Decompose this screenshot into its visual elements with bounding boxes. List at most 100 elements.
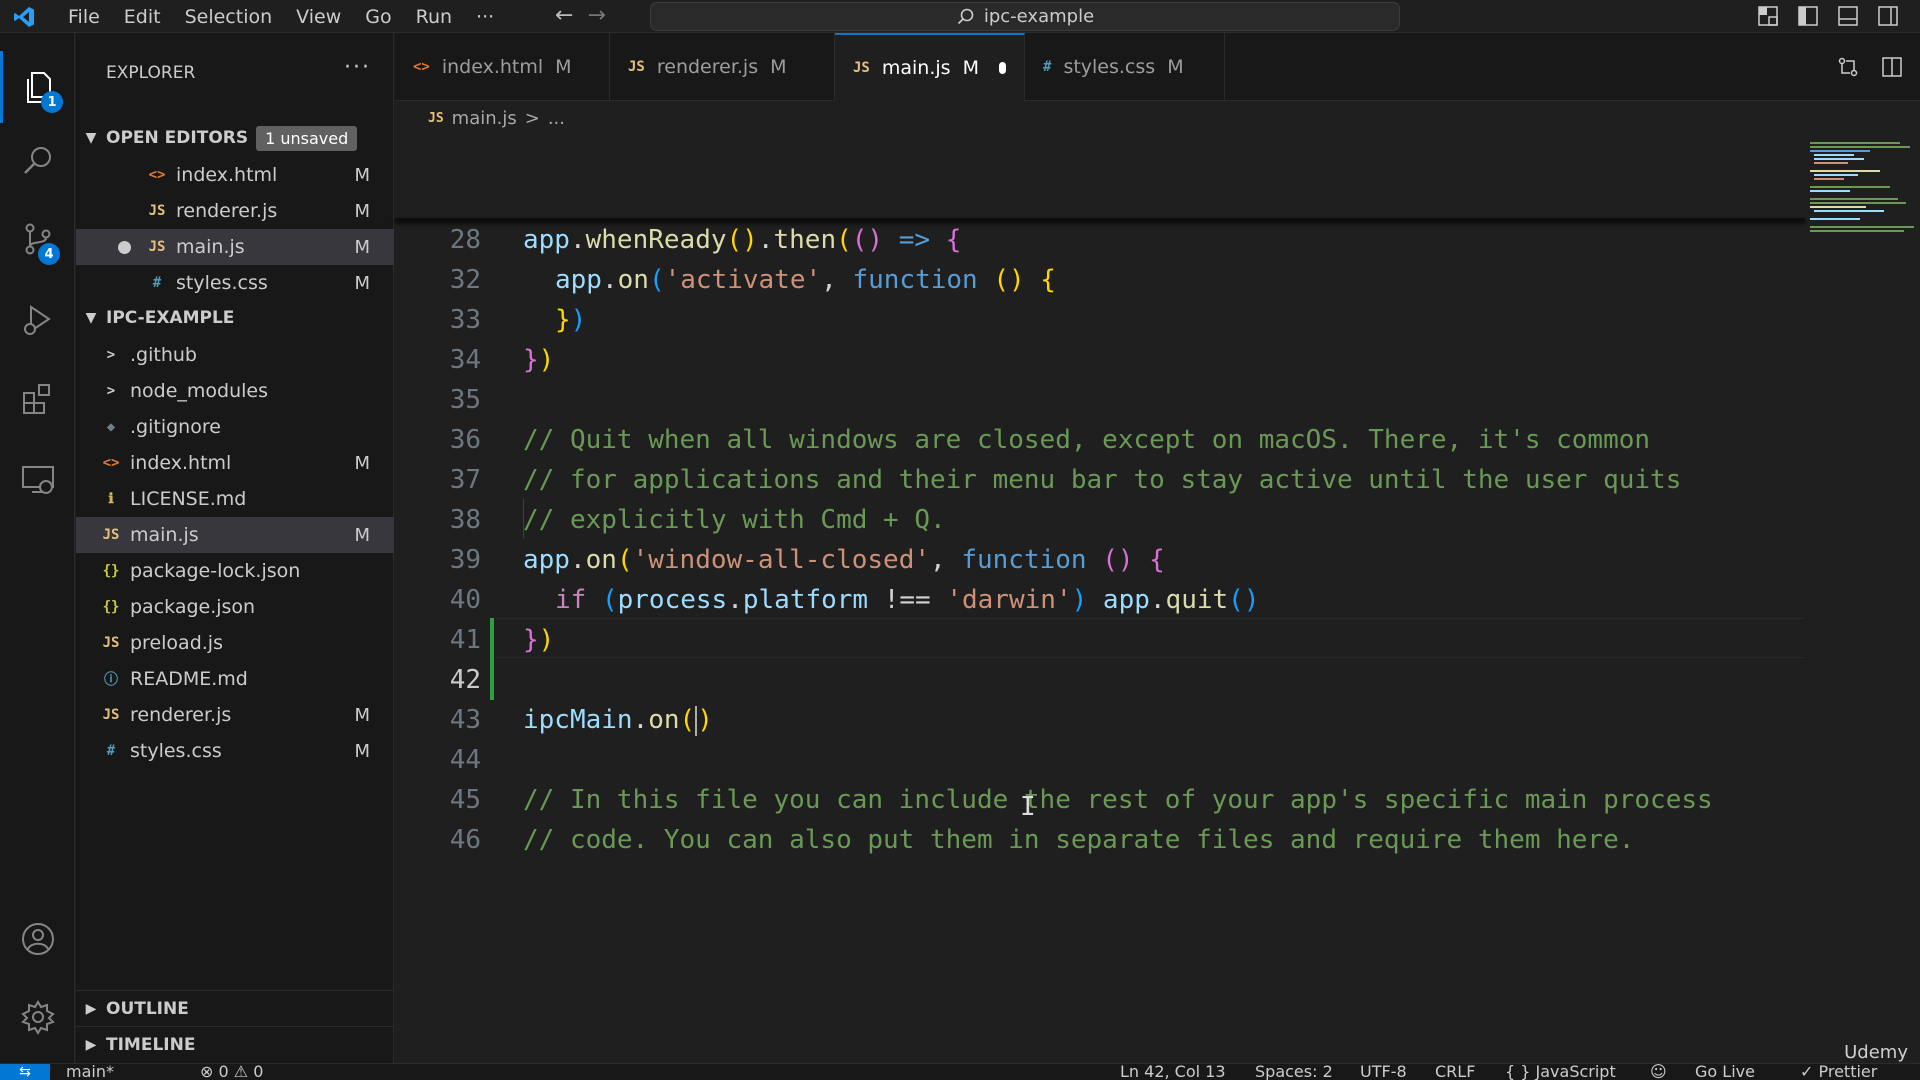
minimap[interactable] [1808, 140, 1920, 290]
menu-view[interactable]: View [284, 0, 353, 33]
open-editor-item[interactable]: JS renderer.js M [76, 193, 394, 229]
gear-icon [20, 1000, 55, 1035]
i-beam-cursor-icon: I [1020, 792, 1036, 822]
open-editors-header[interactable]: ▼ OPEN EDITORS 1 unsaved [76, 121, 394, 155]
modified-mark: M [354, 740, 370, 762]
code-line: 45 // code. You can also put them in sep… [395, 740, 1805, 855]
explorer-badge: 1 [41, 91, 63, 113]
encoding-status[interactable]: UTF-8 [1360, 1062, 1407, 1080]
indentation-status[interactable]: Spaces: 2 [1255, 1062, 1333, 1080]
tree-file-readme[interactable]: ⓘ README.md [76, 661, 394, 697]
explorer-activity[interactable]: 1 [0, 51, 75, 123]
customize-layout-icon[interactable] [1756, 4, 1780, 28]
tab-main-js[interactable]: JS main.js M [835, 33, 1025, 101]
sidebar-more-icon[interactable]: ··· [344, 55, 371, 80]
back-arrow-icon[interactable]: ← [555, 3, 573, 28]
tab-index-html[interactable]: <> index.html M [395, 33, 610, 101]
tab-renderer-js[interactable]: JS renderer.js M [610, 33, 835, 101]
tree-file-index-html[interactable]: <> index.html M [76, 445, 394, 481]
tree-file-main-js[interactable]: JS main.js M [76, 517, 394, 553]
cursor-position-status[interactable]: Ln 42, Col 13 [1120, 1062, 1226, 1080]
prettier-status[interactable]: ✓ Prettier [1800, 1062, 1877, 1080]
license-file-icon: ℹ [108, 491, 114, 507]
branch-status[interactable]: main* [66, 1062, 114, 1080]
extensions-activity[interactable] [0, 363, 75, 435]
search-activity[interactable] [0, 125, 75, 197]
open-editor-item[interactable]: # styles.css M [76, 265, 394, 301]
tree-item-label: package-lock.json [130, 560, 301, 582]
js-file-icon: JS [628, 59, 645, 75]
tab-styles-css[interactable]: # styles.css M [1025, 33, 1225, 101]
code-line: 43 [395, 660, 1805, 735]
remote-explorer-activity[interactable] [0, 443, 75, 515]
eol-status[interactable]: CRLF [1435, 1062, 1475, 1080]
minimap-line [1814, 178, 1844, 180]
breadcrumb-file[interactable]: main.js [452, 108, 517, 129]
forward-arrow-icon[interactable]: → [587, 3, 605, 28]
toggle-primary-sidebar-icon[interactable] [1796, 4, 1820, 28]
tree-file-package-json[interactable]: {} package.json [76, 589, 394, 625]
breadcrumb-symbol[interactable]: ... [548, 108, 565, 129]
tree-file-preload-js[interactable]: JS preload.js [76, 625, 394, 661]
language-status[interactable]: { } JavaScript [1505, 1062, 1616, 1080]
minimap-line [1814, 154, 1854, 156]
minimap-line [1810, 186, 1890, 188]
timeline-panel-header[interactable]: ▶ TIMELINE [76, 1026, 394, 1062]
explorer-sidebar: EXPLORER ··· ▼ OPEN EDITORS 1 unsaved <>… [76, 33, 394, 1063]
command-center-search[interactable]: ipc-example [650, 2, 1400, 31]
tree-folder-github[interactable]: > .github [76, 337, 394, 373]
open-editor-item-active[interactable]: JS main.js M [76, 229, 394, 265]
modified-mark: M [354, 272, 370, 294]
code-line: 35 // Quit when all windows are closed, … [395, 340, 1805, 455]
copilot-icon[interactable]: ☺ [1650, 1062, 1667, 1080]
tab-label: renderer.js [656, 56, 759, 78]
modified-mark: M [354, 164, 370, 186]
tree-item-label: node_modules [130, 380, 269, 402]
problems-status[interactable]: ⊗ 0 ⚠ 0 [200, 1062, 263, 1080]
chevron-right-icon: > [106, 383, 116, 399]
css-file-icon: # [106, 743, 116, 759]
toggle-secondary-sidebar-icon[interactable] [1876, 4, 1900, 28]
unsaved-dot-icon[interactable] [118, 240, 131, 254]
modified-mark: M [354, 452, 370, 474]
menu-go[interactable]: Go [353, 0, 403, 33]
navigation-arrows: ← → [555, 3, 606, 28]
unsaved-dot-icon[interactable] [998, 62, 1006, 74]
compare-changes-icon[interactable] [1836, 55, 1860, 79]
js-file-icon: JS [853, 60, 870, 76]
minimap-line [1810, 150, 1870, 152]
tab-label: main.js [881, 57, 951, 79]
source-control-activity[interactable]: 4 [0, 203, 75, 275]
tree-item-label: README.md [130, 668, 248, 690]
outline-panel-header[interactable]: ▶ OUTLINE [76, 990, 394, 1026]
open-editor-item[interactable]: <> index.html M [76, 157, 394, 193]
menu-more[interactable]: ··· [464, 0, 506, 33]
accounts-activity[interactable] [0, 903, 75, 975]
chevron-right-icon: ▶ [85, 1000, 97, 1017]
command-center-label: ipc-example [983, 6, 1095, 27]
go-live-status[interactable]: Go Live [1695, 1062, 1755, 1080]
menu-run[interactable]: Run [404, 0, 464, 33]
remote-indicator-icon[interactable]: ⇆ [0, 1064, 50, 1080]
menu-edit[interactable]: Edit [112, 0, 173, 33]
manage-activity[interactable] [0, 981, 75, 1053]
editor-tabs: <> index.html M JS renderer.js M JS main… [395, 33, 1920, 101]
info-file-icon: ⓘ [104, 672, 118, 688]
toggle-panel-icon[interactable] [1836, 4, 1860, 28]
tree-file-package-lock[interactable]: {} package-lock.json [76, 553, 394, 589]
vscode-logo-icon [14, 7, 34, 27]
split-editor-icon[interactable] [1880, 55, 1904, 79]
remote-explorer-icon [21, 466, 54, 494]
tree-file-renderer-js[interactable]: JS renderer.js M [76, 697, 394, 733]
project-folder-header[interactable]: ▼ IPC-EXAMPLE [76, 301, 394, 335]
run-debug-activity[interactable] [0, 283, 75, 355]
code-editor[interactable]: 25 app.whenReady().then(() => { 28 app.o… [395, 140, 1805, 1020]
menu-selection[interactable]: Selection [173, 0, 285, 33]
tree-file-styles-css[interactable]: # styles.css M [76, 733, 394, 769]
tree-file-license[interactable]: ℹ LICENSE.md [76, 481, 394, 517]
code-line: 41 [395, 580, 1805, 655]
breadcrumb-separator: > [524, 108, 540, 129]
tree-folder-node-modules[interactable]: > node_modules [76, 373, 394, 409]
menu-file[interactable]: File [56, 0, 112, 33]
tree-file-gitignore[interactable]: ◆ .gitignore [76, 409, 394, 445]
